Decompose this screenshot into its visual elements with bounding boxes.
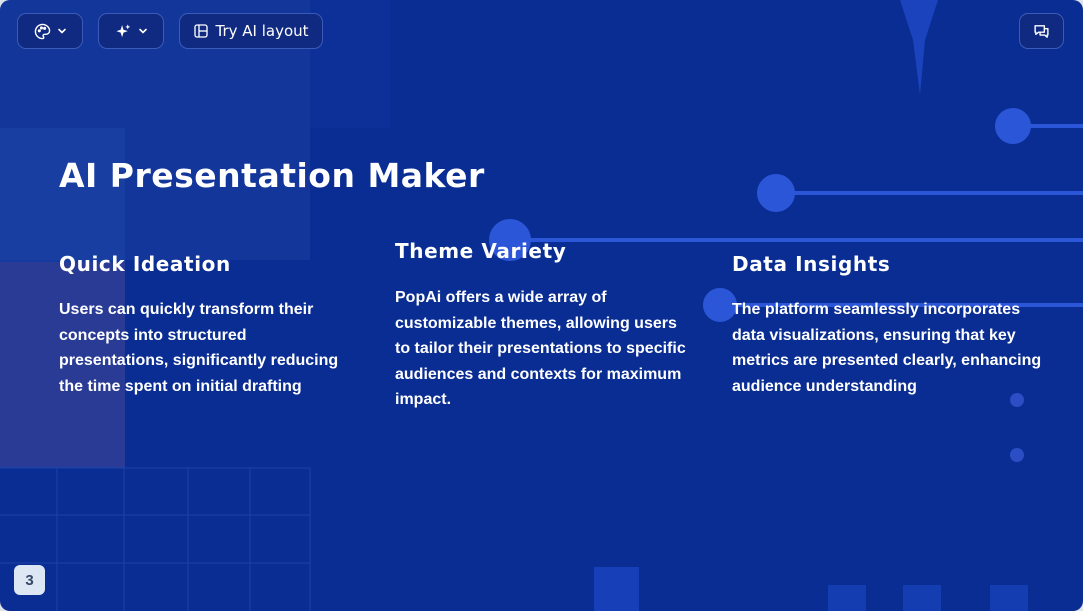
column-body[interactable]: Users can quickly transform their concep… bbox=[59, 297, 359, 399]
chevron-down-icon bbox=[57, 28, 66, 34]
column-body[interactable]: PopAi offers a wide array of customizabl… bbox=[395, 285, 695, 413]
try-ai-layout-button[interactable]: Try AI layout bbox=[179, 13, 323, 49]
layout-icon bbox=[194, 24, 209, 38]
slide-title[interactable]: AI Presentation Maker bbox=[59, 156, 485, 195]
chevron-down-icon bbox=[138, 28, 147, 34]
column-heading[interactable]: Theme Variety bbox=[395, 239, 695, 263]
column-quick-ideation: Quick Ideation Users can quickly transfo… bbox=[59, 252, 359, 399]
column-body[interactable]: The platform seamlessly incorporates dat… bbox=[732, 297, 1042, 399]
theme-menu-button[interactable] bbox=[17, 13, 83, 49]
column-heading[interactable]: Quick Ideation bbox=[59, 252, 359, 276]
slide-canvas[interactable]: Try AI layout AI Presentation Maker Quic… bbox=[0, 0, 1083, 611]
comments-icon bbox=[1034, 24, 1049, 38]
sparkles-icon bbox=[115, 23, 130, 37]
column-data-insights: Data Insights The platform seamlessly in… bbox=[732, 252, 1041, 399]
comments-button[interactable] bbox=[1019, 13, 1064, 49]
palette-icon bbox=[34, 23, 50, 39]
page-number-badge: 3 bbox=[14, 565, 45, 595]
column-theme-variety: Theme Variety PopAi offers a wide array … bbox=[395, 239, 695, 413]
column-heading[interactable]: Data Insights bbox=[732, 252, 1032, 276]
ai-menu-button[interactable] bbox=[98, 13, 164, 49]
try-ai-layout-label: Try AI layout bbox=[215, 22, 309, 40]
